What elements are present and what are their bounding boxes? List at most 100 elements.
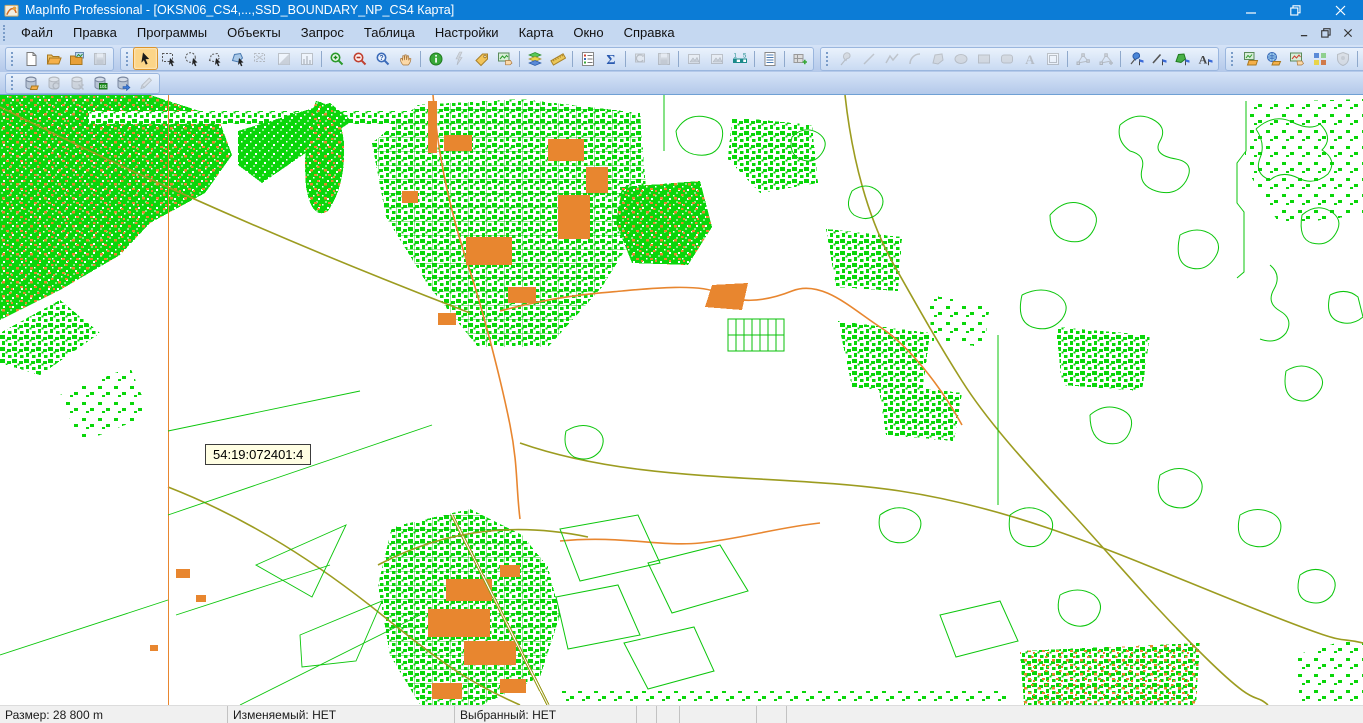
- symbol-button: [834, 48, 857, 69]
- menu-item-table[interactable]: Таблица: [354, 22, 425, 43]
- pan-button[interactable]: [394, 48, 417, 69]
- child-restore-button[interactable]: [1317, 25, 1335, 41]
- polygon-select-button[interactable]: [203, 48, 226, 69]
- page-icon: [23, 51, 39, 67]
- info-icon: [428, 51, 444, 67]
- menu-item-edit[interactable]: Правка: [63, 22, 127, 43]
- disconnect-dbms-button: [134, 73, 157, 94]
- radius-select-button[interactable]: [180, 48, 203, 69]
- minimize-button[interactable]: [1228, 0, 1273, 20]
- marquee-select-button[interactable]: [157, 48, 180, 69]
- hand-icon: [398, 51, 414, 67]
- toolbar-dbms: 101: [5, 73, 160, 94]
- menu-item-query[interactable]: Запрос: [291, 22, 354, 43]
- open-dbms-table-button[interactable]: [19, 73, 42, 94]
- toolbar-web-services-grip[interactable]: [1231, 52, 1235, 66]
- status-editable-layer[interactable]: Изменяемый: НЕТ: [228, 706, 455, 723]
- dbms-sql-view-button[interactable]: 101: [88, 73, 111, 94]
- toolbar-main-grip[interactable]: [126, 52, 130, 66]
- toolbar-separator: [519, 51, 520, 67]
- menu-item-objects[interactable]: Объекты: [217, 22, 291, 43]
- line-style-button[interactable]: [1147, 48, 1170, 69]
- restore-icon: [1290, 5, 1301, 16]
- toolbar-separator: [1067, 51, 1068, 67]
- menu-item-programs[interactable]: Программы: [127, 22, 217, 43]
- child-minimize-button[interactable]: [1295, 25, 1313, 41]
- toolbar-dbms-grip[interactable]: [11, 76, 15, 90]
- toolbar-drawing-grip[interactable]: [826, 52, 830, 66]
- toolbar-web-services: [1225, 47, 1363, 71]
- zoom-in-button[interactable]: [325, 48, 348, 69]
- db-unlink-icon: [69, 75, 85, 91]
- open-wfs-button[interactable]: [1285, 48, 1308, 69]
- toolbar-main: ? Σ 15: [120, 47, 814, 71]
- boundary-select-icon: [230, 51, 246, 67]
- polyline-button: [880, 48, 903, 69]
- drag-map-window-button[interactable]: [493, 48, 516, 69]
- layers-icon: [527, 51, 543, 67]
- open-universal-data-button[interactable]: [1239, 48, 1262, 69]
- cadastral-parcel-label: 54:19:072401:4: [205, 444, 311, 465]
- zoom-out-button[interactable]: [348, 48, 371, 69]
- shield-icon: [1335, 51, 1351, 67]
- new-table-button[interactable]: [19, 48, 42, 69]
- status-zoom-size[interactable]: Размер: 28 800 m: [0, 706, 228, 723]
- map-canvas[interactable]: 54:19:072401:4: [0, 95, 1363, 705]
- restore-icon: [1321, 28, 1331, 38]
- new-district-window-button[interactable]: [788, 48, 811, 69]
- zoom-change-button[interactable]: ?: [371, 48, 394, 69]
- radius-select-icon: [184, 51, 200, 67]
- select-button[interactable]: [134, 48, 157, 69]
- globe-folder-icon: [1266, 51, 1282, 67]
- clip-frame-icon: [686, 51, 702, 67]
- menu-item-file[interactable]: Файл: [11, 22, 63, 43]
- new-browser-button[interactable]: [758, 48, 781, 69]
- db-refresh-icon: [46, 75, 62, 91]
- open-table-button[interactable]: [42, 48, 65, 69]
- open-workspace-button[interactable]: [65, 48, 88, 69]
- statistics-button[interactable]: Σ: [599, 48, 622, 69]
- text-style-button[interactable]: A: [1193, 48, 1216, 69]
- menubar-grip[interactable]: [3, 25, 7, 41]
- child-close-button[interactable]: [1339, 25, 1357, 41]
- redistrict-button: [629, 48, 652, 69]
- status-bar: Размер: 28 800 m Изменяемый: НЕТ Выбранн…: [0, 705, 1363, 723]
- toolbar-standard-grip[interactable]: [11, 52, 15, 66]
- zoom-question-icon: ?: [375, 51, 391, 67]
- label-button[interactable]: [470, 48, 493, 69]
- dbms-catalog-button[interactable]: [111, 73, 134, 94]
- tool-grid-icon: [1312, 51, 1328, 67]
- map-hand-icon: [1289, 51, 1305, 67]
- menu-item-map[interactable]: Карта: [509, 22, 564, 43]
- new-legend-button[interactable]: [576, 48, 599, 69]
- toolbar-row-1: ?Σ15AA: [0, 45, 1363, 72]
- security-button: [1331, 48, 1354, 69]
- menu-item-settings[interactable]: Настройки: [425, 22, 509, 43]
- map-folder-icon: [1243, 51, 1259, 67]
- open-web-service-button[interactable]: [1262, 48, 1285, 69]
- polygon-select-icon: [207, 51, 223, 67]
- scalebar-button[interactable]: 15: [728, 48, 751, 69]
- menu-item-help[interactable]: Справка: [614, 22, 685, 43]
- rectangle-icon: [976, 51, 992, 67]
- tag-icon: [474, 51, 490, 67]
- rounded-rectangle-button: [995, 48, 1018, 69]
- toolbar-separator: [754, 51, 755, 67]
- layer-control-button[interactable]: [523, 48, 546, 69]
- toolbar-separator: [784, 51, 785, 67]
- restore-button[interactable]: [1273, 0, 1318, 20]
- symbol-style-button[interactable]: [1124, 48, 1147, 69]
- toolbar-separator: [625, 51, 626, 67]
- close-button[interactable]: [1318, 0, 1363, 20]
- tool-manager-button[interactable]: [1308, 48, 1331, 69]
- boundary-select-button[interactable]: [226, 48, 249, 69]
- menu-item-window[interactable]: Окно: [563, 22, 613, 43]
- status-selectable-layer[interactable]: Выбранный: НЕТ: [455, 706, 637, 723]
- map-window-hand-icon: [497, 51, 513, 67]
- ruler-button[interactable]: [546, 48, 569, 69]
- arc-button: [903, 48, 926, 69]
- info-button[interactable]: [424, 48, 447, 69]
- region-style-button[interactable]: [1170, 48, 1193, 69]
- close-icon: [1343, 28, 1353, 38]
- line-icon: [861, 51, 877, 67]
